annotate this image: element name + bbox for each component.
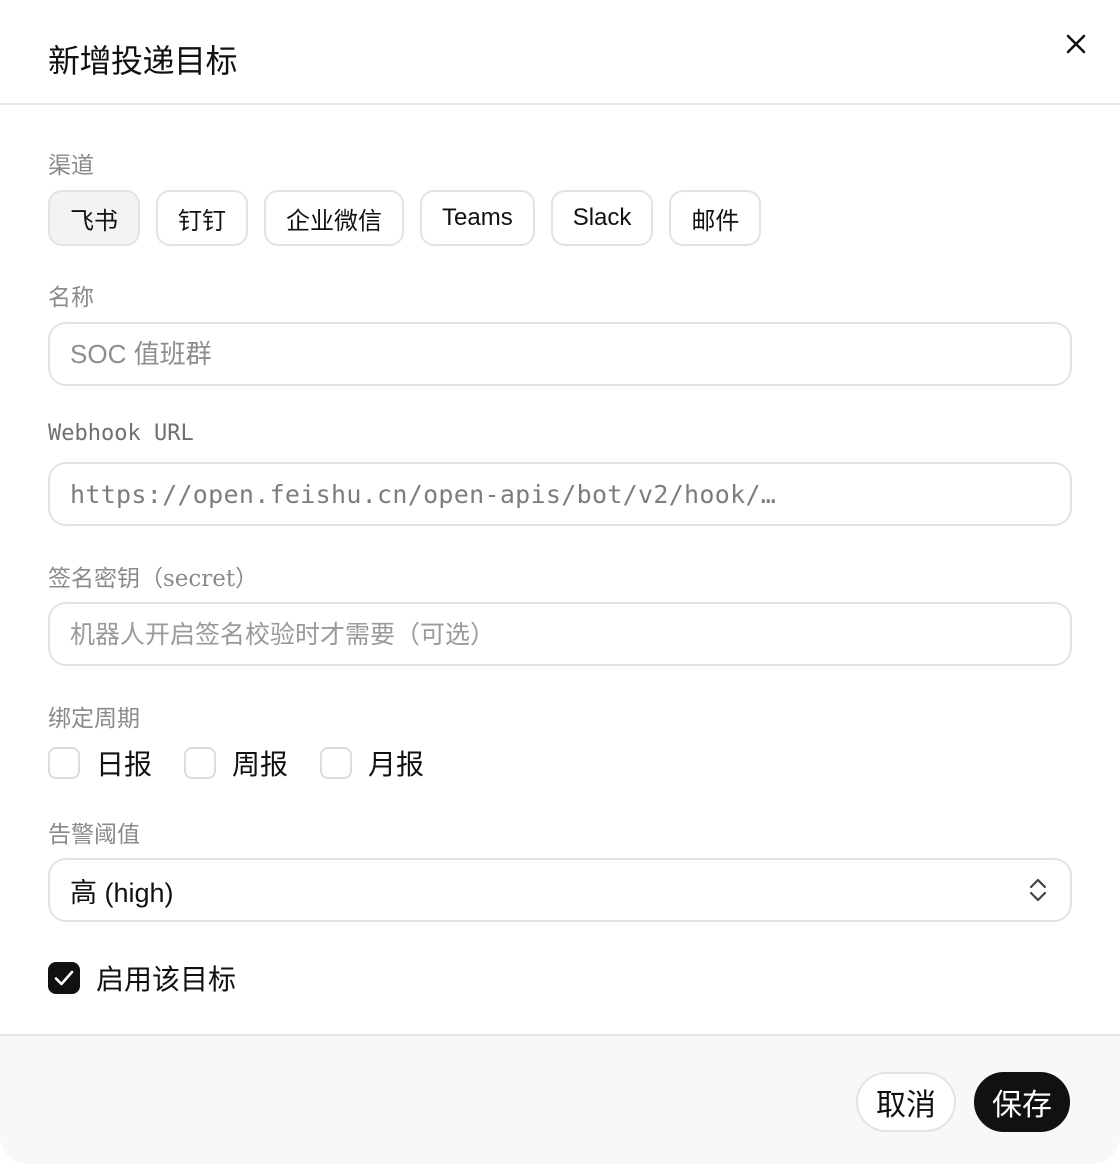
webhook-label: Webhook URL xyxy=(48,421,194,446)
secret-label: 签名密钥（secret） xyxy=(48,566,259,592)
save-button[interactable]: 保存 xyxy=(974,1072,1070,1132)
channel-chip-slack[interactable]: Slack xyxy=(550,190,654,246)
close-icon xyxy=(1066,34,1086,54)
dialog-title: 新增投递目标 xyxy=(48,43,238,79)
cancel-button[interactable]: 取消 xyxy=(856,1072,956,1132)
webhook-url-input[interactable] xyxy=(70,479,1050,509)
period-daily[interactable]: 日报 xyxy=(48,743,152,783)
channel-chip-teams[interactable]: Teams xyxy=(420,190,535,246)
channel-label: 渠道 xyxy=(48,153,94,179)
period-weekly[interactable]: 周报 xyxy=(184,743,288,783)
channel-chip-wecom[interactable]: 企业微信 xyxy=(264,190,404,246)
checkmark-icon xyxy=(54,970,74,986)
channel-chips: 飞书 钉钉 企业微信 Teams Slack 邮件 xyxy=(48,190,762,246)
dialog-header: 新增投递目标 xyxy=(0,0,1120,105)
close-button[interactable] xyxy=(1058,26,1094,62)
weekly-label: 周报 xyxy=(232,749,289,780)
webhook-field-wrapper xyxy=(48,462,1072,526)
period-monthly[interactable]: 月报 xyxy=(320,743,424,783)
secret-input[interactable] xyxy=(70,619,1050,649)
channel-chip-email[interactable]: 邮件 xyxy=(669,190,762,246)
threshold-value: 高 (high) xyxy=(70,877,174,908)
enable-target-toggle[interactable]: 启用该目标 xyxy=(48,958,236,998)
period-checkboxes: 日报 周报 月报 xyxy=(48,746,456,780)
channel-chip-feishu[interactable]: 飞书 xyxy=(48,190,140,246)
weekly-checkbox[interactable] xyxy=(184,747,217,779)
name-label: 名称 xyxy=(48,285,94,311)
daily-label: 日报 xyxy=(96,749,153,780)
daily-checkbox[interactable] xyxy=(48,747,80,779)
chevron-up-down-icon xyxy=(1029,878,1047,902)
threshold-select[interactable]: 高 (high) xyxy=(48,858,1072,922)
monthly-checkbox[interactable] xyxy=(320,747,353,779)
monthly-label: 月报 xyxy=(368,749,425,780)
name-field-wrapper xyxy=(48,322,1072,386)
enable-label: 启用该目标 xyxy=(96,964,237,995)
secret-field-wrapper xyxy=(48,602,1072,666)
add-delivery-target-dialog: 新增投递目标 渠道 飞书 钉钉 企业微信 Teams Slack 邮件 名称 W… xyxy=(0,0,1120,1164)
dialog-footer: 取消 保存 xyxy=(0,1034,1120,1164)
name-input[interactable] xyxy=(70,338,1050,370)
period-label: 绑定周期 xyxy=(48,706,140,732)
channel-chip-dingtalk[interactable]: 钉钉 xyxy=(156,190,248,246)
threshold-label: 告警阈值 xyxy=(48,822,140,848)
enable-checkbox[interactable] xyxy=(48,962,80,994)
